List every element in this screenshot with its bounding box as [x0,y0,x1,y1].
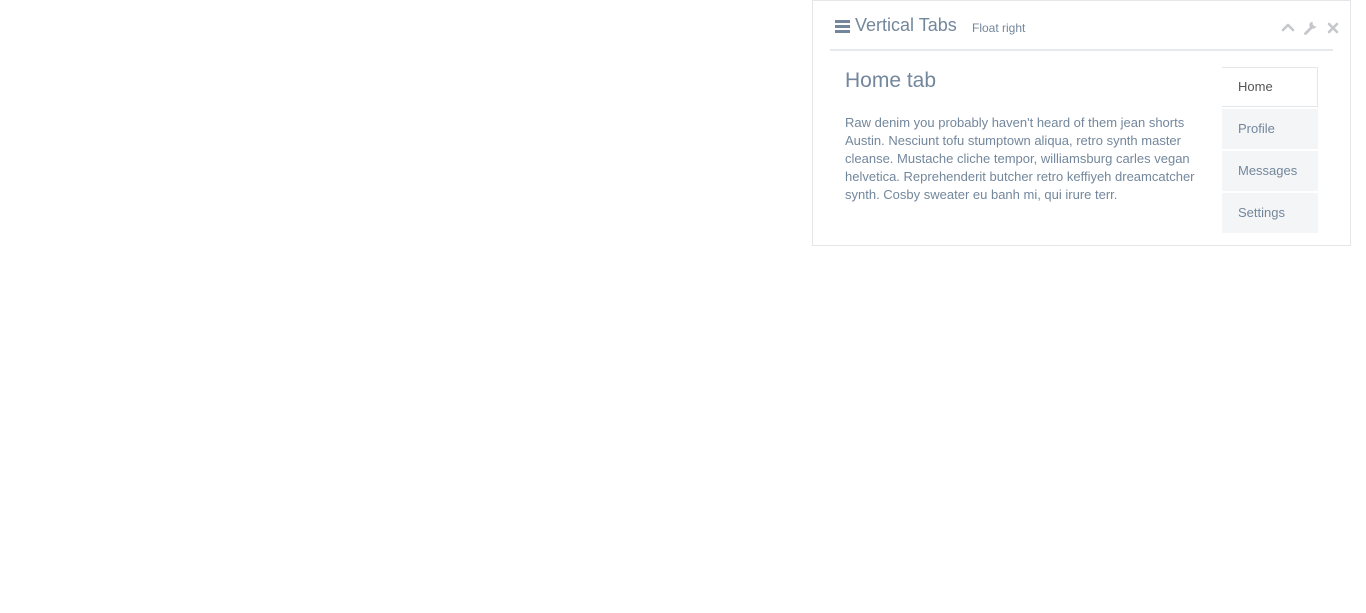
panel-title: Vertical Tabs [855,15,957,35]
close-icon[interactable] [1325,18,1341,36]
tab-home[interactable]: Home [1222,67,1318,107]
vertical-tabs-panel: Vertical Tabs Float right Home tab Raw d… [812,0,1351,246]
wrench-icon[interactable] [1303,18,1319,36]
bars-icon [835,20,850,33]
tab-content-body: Raw denim you probably haven't heard of … [845,115,1195,202]
tab-content-heading: Home tab [845,69,937,92]
panel-subtitle: Float right [972,21,1026,35]
tab-content: Home tab Raw denim you probably haven't … [845,67,1195,204]
tab-messages[interactable]: Messages [1222,151,1318,191]
panel-header: Vertical Tabs Float right [830,1,1339,51]
vertical-tab-list: Home Profile Messages Settings [1222,67,1318,235]
collapse-icon[interactable] [1280,18,1296,36]
tab-profile[interactable]: Profile [1222,109,1318,149]
tab-settings[interactable]: Settings [1222,193,1318,233]
